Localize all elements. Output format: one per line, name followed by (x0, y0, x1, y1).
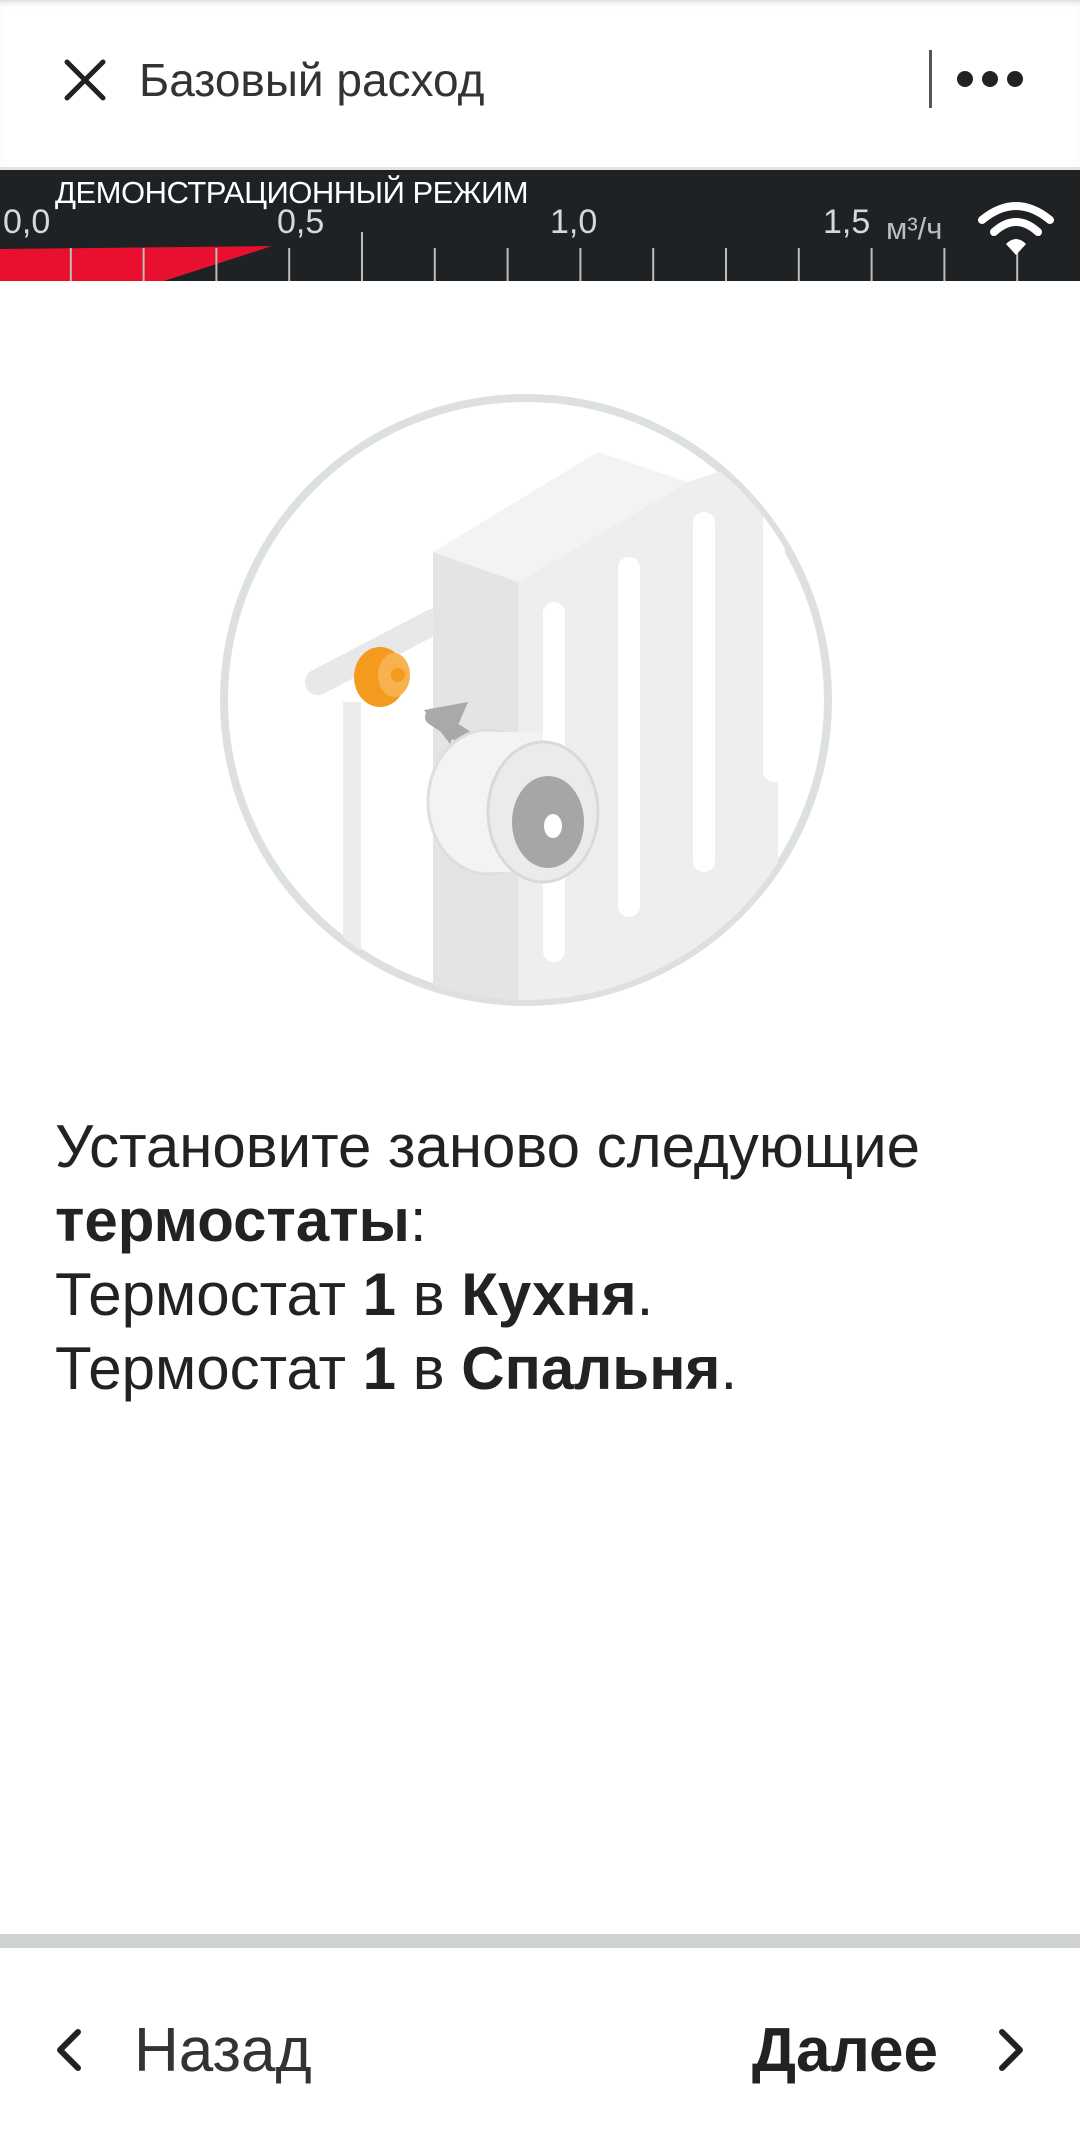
gauge-tick-label: 0,0 (3, 203, 51, 241)
more-options-button[interactable] (950, 50, 1030, 108)
thermostat-connector: в (396, 1261, 462, 1328)
thermostat-prefix: Термостат (55, 1261, 363, 1328)
gauge-tick-label: 1,5 (823, 203, 871, 241)
more-dots-icon (957, 71, 1023, 87)
wifi-icon (978, 202, 1054, 255)
chevron-right-icon (999, 2029, 1023, 2071)
gauge-tick-label: 1,0 (550, 203, 598, 241)
back-button-label: Назад (134, 2015, 312, 2085)
consumption-gauge: ДЕМОНСТРАЦИОННЫЙ РЕЖИМ 0,0 0,5 1,0 1,5 м… (0, 170, 1080, 281)
close-button[interactable] (50, 45, 120, 115)
close-icon (64, 59, 106, 101)
thermostat-connector: в (396, 1335, 462, 1402)
thermostat-number: 1 (362, 1261, 397, 1328)
room-name: Спальня (461, 1335, 721, 1402)
thermostat-prefix: Термостат (55, 1335, 363, 1402)
next-button[interactable]: Далее (752, 2010, 1040, 2090)
instruction-highlight: термостаты (55, 1187, 410, 1254)
line-end: . (720, 1335, 738, 1402)
app-bar: Базовый расход (0, 0, 1080, 167)
radiator-thermostat-icon (220, 394, 832, 1006)
instruction-intro: Установите заново следующие (55, 1113, 920, 1180)
gauge-tick-label: 0,5 (277, 203, 325, 241)
line-end: . (636, 1261, 654, 1328)
header-divider (929, 50, 932, 108)
footer-divider (0, 1934, 1080, 1948)
thermostat-line: Термостат 1 в Спальня. (55, 1335, 737, 1402)
gauge-fill (0, 246, 272, 281)
room-name: Кухня (461, 1261, 637, 1328)
gauge-unit: м³/ч (886, 211, 943, 246)
thermostat-number: 1 (362, 1335, 397, 1402)
instruction-text: Установите заново следующие термостаты: … (55, 1110, 1035, 1406)
page-title: Базовый расход (139, 54, 485, 106)
back-button[interactable]: Назад (40, 2010, 312, 2090)
next-button-label: Далее (751, 2015, 938, 2085)
chevron-left-icon (57, 2029, 81, 2071)
thermostat-line: Термостат 1 в Кухня. (55, 1261, 653, 1328)
instruction-colon: : (409, 1187, 427, 1254)
